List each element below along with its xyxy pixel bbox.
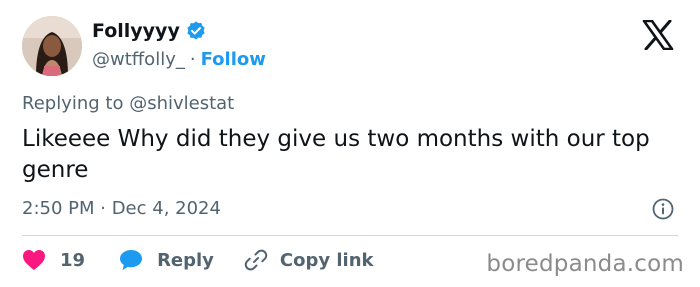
follow-button[interactable]: Follow — [201, 49, 266, 70]
avatar[interactable] — [22, 16, 82, 76]
like-count: 19 — [60, 249, 86, 271]
x-logo-icon[interactable] — [642, 20, 674, 50]
author-display-name[interactable]: Follyyyy — [92, 20, 180, 42]
verified-badge-icon — [185, 20, 207, 42]
link-icon — [244, 249, 268, 271]
watermark: boredpanda.com — [486, 251, 684, 277]
copy-link-label: Copy link — [279, 249, 374, 271]
avatar-image — [22, 16, 82, 76]
tweet-timestamp[interactable]: 2:50 PM · Dec 4, 2024 — [22, 198, 221, 219]
tweet-text: Likeeee Why did they give us two months … — [22, 126, 650, 183]
author-name-row: Follyyyy — [92, 20, 207, 42]
speech-bubble-icon — [120, 250, 143, 270]
heart-icon — [23, 250, 45, 270]
author-handle[interactable]: @wtffolly_ — [92, 49, 185, 70]
copy-link-button[interactable]: Copy link — [244, 248, 374, 272]
reply-label: Reply — [157, 249, 214, 271]
reply-button[interactable]: Reply — [119, 249, 214, 271]
author-handle-row: @wtffolly_ · Follow — [92, 49, 266, 70]
divider — [22, 235, 678, 236]
action-bar: 19 Reply Copy link — [22, 248, 374, 272]
replying-to: Replying to @shivlestat — [22, 93, 235, 114]
separator-dot: · — [189, 49, 196, 70]
like-button[interactable]: 19 — [22, 249, 85, 271]
info-icon[interactable] — [651, 197, 675, 221]
